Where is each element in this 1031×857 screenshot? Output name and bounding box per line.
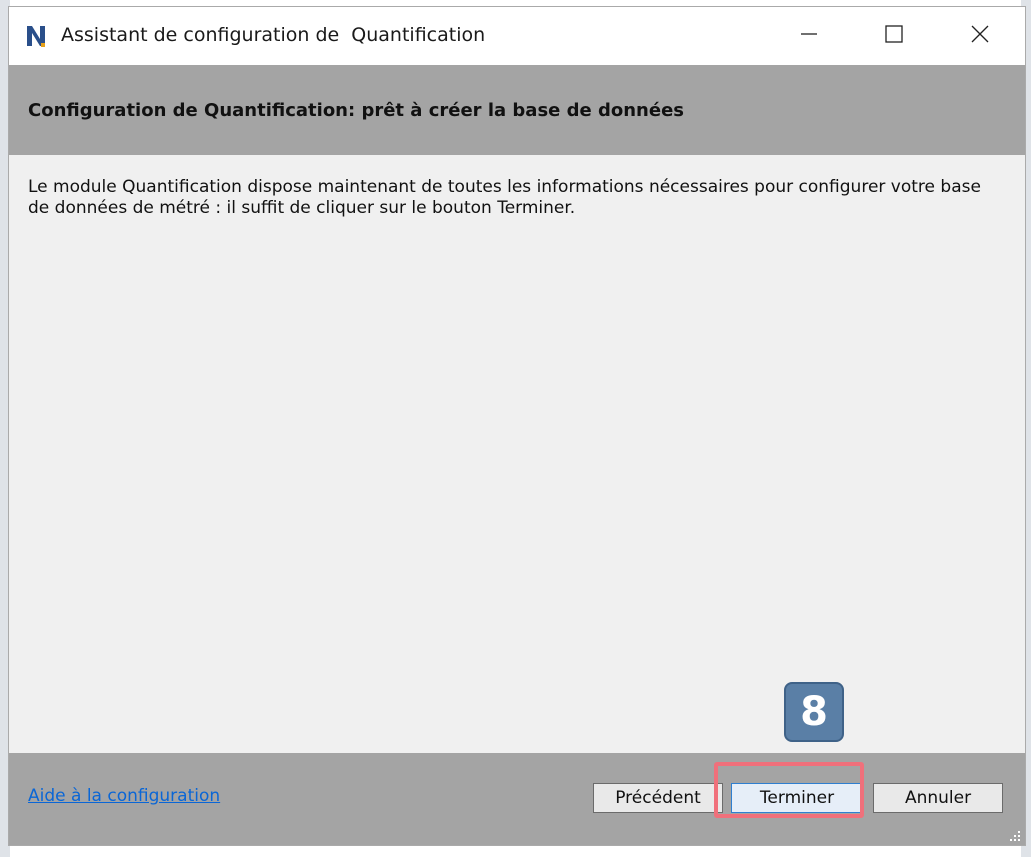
- close-icon: [971, 25, 989, 47]
- maximize-icon: [885, 25, 903, 47]
- help-link[interactable]: Aide à la configuration: [28, 786, 220, 806]
- finish-highlight-box: [714, 762, 864, 818]
- info-message: Le module Quantification dispose mainten…: [28, 177, 981, 218]
- step-number-badge: 8: [784, 682, 844, 742]
- window-title: Assistant de configuration de Quantifica…: [61, 24, 486, 46]
- wizard-content: Le module Quantification dispose mainten…: [9, 155, 1025, 753]
- previous-button[interactable]: Précédent: [593, 783, 723, 813]
- minimize-icon: [800, 25, 818, 47]
- wizard-footer: Aide à la configuration Précédent Termin…: [9, 753, 1025, 845]
- close-button[interactable]: [949, 7, 1011, 65]
- maximize-button[interactable]: [863, 7, 925, 65]
- app-n-icon: [25, 24, 47, 48]
- wizard-dialog: Assistant de configuration de Quantifica…: [8, 6, 1026, 846]
- minimize-button[interactable]: [778, 7, 840, 65]
- title-bar: Assistant de configuration de Quantifica…: [9, 7, 1025, 65]
- resize-grip-icon[interactable]: [1007, 827, 1021, 841]
- page-title: Configuration de Quantification: prêt à …: [28, 100, 684, 121]
- cancel-button[interactable]: Annuler: [873, 783, 1003, 813]
- wizard-header: Configuration de Quantification: prêt à …: [9, 65, 1025, 155]
